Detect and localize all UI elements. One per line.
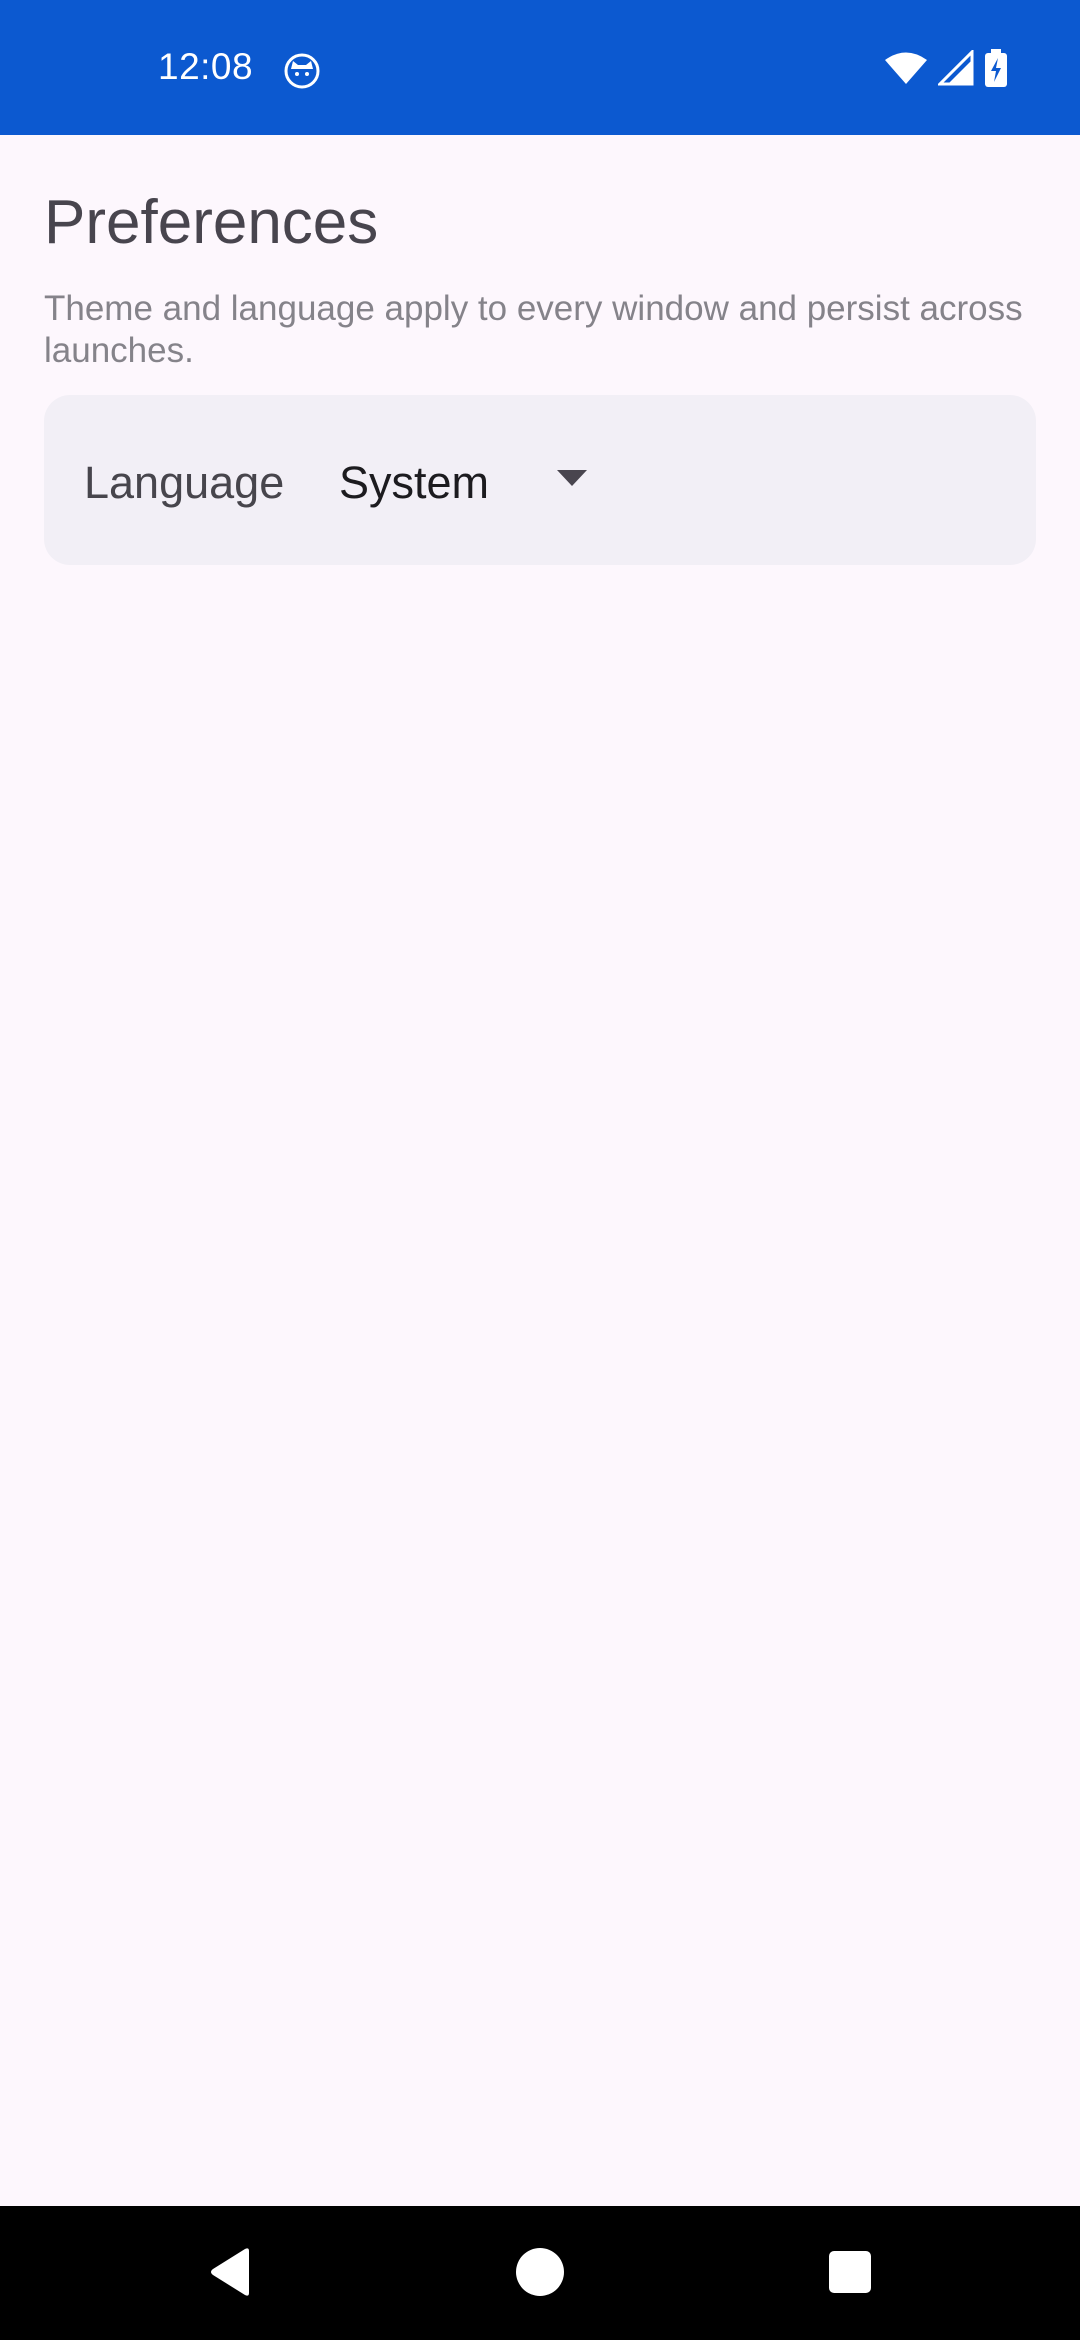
back-triangle-icon — [207, 2247, 253, 2302]
language-selected-value: System — [339, 457, 490, 508]
page-subtitle: Theme and language apply to every window… — [44, 289, 1023, 370]
battery-charging-icon — [984, 48, 1008, 92]
status-bar: 12:08 — [0, 0, 1080, 135]
language-label: Language — [84, 457, 285, 508]
page-title: Preferences — [44, 188, 379, 257]
status-time: 12:08 — [158, 46, 254, 87]
system-navigation-bar — [0, 2206, 1080, 2340]
cat-face-icon — [284, 53, 320, 89]
recents-square-icon — [828, 2250, 872, 2299]
language-dropdown[interactable]: System — [339, 435, 629, 525]
preferences-screen: Preferences Theme and language apply to … — [0, 135, 1080, 2206]
dropdown-arrow-icon — [557, 470, 587, 488]
home-button[interactable] — [502, 2236, 578, 2312]
back-button[interactable] — [192, 2236, 268, 2312]
home-circle-icon — [515, 2247, 565, 2302]
wifi-icon — [884, 51, 928, 90]
recents-button[interactable] — [812, 2236, 888, 2312]
cellular-signal-icon — [936, 47, 974, 91]
status-indicators — [884, 47, 1008, 92]
language-setting-card: Language System — [44, 395, 1036, 565]
